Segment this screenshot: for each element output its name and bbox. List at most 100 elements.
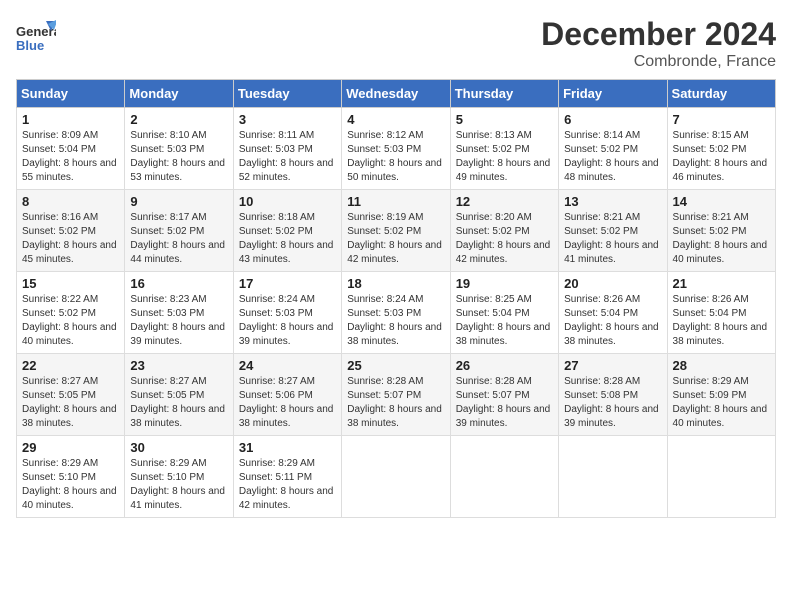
calendar-cell: 14 Sunrise: 8:21 AM Sunset: 5:02 PM Dayl… xyxy=(667,190,775,272)
weekday-header-sunday: Sunday xyxy=(17,80,125,108)
day-number: 26 xyxy=(456,358,553,373)
calendar-cell: 25 Sunrise: 8:28 AM Sunset: 5:07 PM Dayl… xyxy=(342,354,450,436)
calendar-cell: 12 Sunrise: 8:20 AM Sunset: 5:02 PM Dayl… xyxy=(450,190,558,272)
weekday-header-thursday: Thursday xyxy=(450,80,558,108)
day-number: 31 xyxy=(239,440,336,455)
day-number: 15 xyxy=(22,276,119,291)
weekday-header-tuesday: Tuesday xyxy=(233,80,341,108)
calendar-cell: 16 Sunrise: 8:23 AM Sunset: 5:03 PM Dayl… xyxy=(125,272,233,354)
weekday-header-monday: Monday xyxy=(125,80,233,108)
calendar-cell: 27 Sunrise: 8:28 AM Sunset: 5:08 PM Dayl… xyxy=(559,354,667,436)
calendar-cell: 5 Sunrise: 8:13 AM Sunset: 5:02 PM Dayli… xyxy=(450,108,558,190)
calendar-cell: 21 Sunrise: 8:26 AM Sunset: 5:04 PM Dayl… xyxy=(667,272,775,354)
day-info: Sunrise: 8:13 AM Sunset: 5:02 PM Dayligh… xyxy=(456,129,553,185)
calendar-cell: 8 Sunrise: 8:16 AM Sunset: 5:02 PM Dayli… xyxy=(17,190,125,272)
day-number: 2 xyxy=(130,112,227,127)
calendar-cell: 15 Sunrise: 8:22 AM Sunset: 5:02 PM Dayl… xyxy=(17,272,125,354)
day-info: Sunrise: 8:21 AM Sunset: 5:02 PM Dayligh… xyxy=(673,211,770,267)
day-info: Sunrise: 8:26 AM Sunset: 5:04 PM Dayligh… xyxy=(564,293,661,349)
calendar-cell: 23 Sunrise: 8:27 AM Sunset: 5:05 PM Dayl… xyxy=(125,354,233,436)
calendar-cell: 28 Sunrise: 8:29 AM Sunset: 5:09 PM Dayl… xyxy=(667,354,775,436)
calendar-week-row: 1 Sunrise: 8:09 AM Sunset: 5:04 PM Dayli… xyxy=(17,108,776,190)
day-info: Sunrise: 8:24 AM Sunset: 5:03 PM Dayligh… xyxy=(239,293,336,349)
calendar-cell xyxy=(450,436,558,518)
day-number: 1 xyxy=(22,112,119,127)
calendar-cell: 7 Sunrise: 8:15 AM Sunset: 5:02 PM Dayli… xyxy=(667,108,775,190)
calendar-cell: 26 Sunrise: 8:28 AM Sunset: 5:07 PM Dayl… xyxy=(450,354,558,436)
day-info: Sunrise: 8:12 AM Sunset: 5:03 PM Dayligh… xyxy=(347,129,444,185)
day-number: 5 xyxy=(456,112,553,127)
day-info: Sunrise: 8:24 AM Sunset: 5:03 PM Dayligh… xyxy=(347,293,444,349)
month-title: December 2024 xyxy=(541,16,776,53)
day-number: 6 xyxy=(564,112,661,127)
day-info: Sunrise: 8:19 AM Sunset: 5:02 PM Dayligh… xyxy=(347,211,444,267)
calendar-cell xyxy=(342,436,450,518)
title-block: December 2024 Combronde, France xyxy=(541,16,776,71)
calendar-cell: 9 Sunrise: 8:17 AM Sunset: 5:02 PM Dayli… xyxy=(125,190,233,272)
day-number: 22 xyxy=(22,358,119,373)
day-number: 11 xyxy=(347,194,444,209)
day-number: 7 xyxy=(673,112,770,127)
day-number: 30 xyxy=(130,440,227,455)
day-number: 19 xyxy=(456,276,553,291)
day-info: Sunrise: 8:26 AM Sunset: 5:04 PM Dayligh… xyxy=(673,293,770,349)
day-number: 4 xyxy=(347,112,444,127)
day-info: Sunrise: 8:17 AM Sunset: 5:02 PM Dayligh… xyxy=(130,211,227,267)
weekday-header-saturday: Saturday xyxy=(667,80,775,108)
logo: General Blue xyxy=(16,16,60,56)
day-number: 3 xyxy=(239,112,336,127)
day-number: 20 xyxy=(564,276,661,291)
day-info: Sunrise: 8:29 AM Sunset: 5:09 PM Dayligh… xyxy=(673,375,770,431)
day-info: Sunrise: 8:28 AM Sunset: 5:07 PM Dayligh… xyxy=(456,375,553,431)
day-info: Sunrise: 8:29 AM Sunset: 5:11 PM Dayligh… xyxy=(239,457,336,513)
day-number: 13 xyxy=(564,194,661,209)
day-info: Sunrise: 8:28 AM Sunset: 5:08 PM Dayligh… xyxy=(564,375,661,431)
day-info: Sunrise: 8:16 AM Sunset: 5:02 PM Dayligh… xyxy=(22,211,119,267)
day-number: 9 xyxy=(130,194,227,209)
day-info: Sunrise: 8:22 AM Sunset: 5:02 PM Dayligh… xyxy=(22,293,119,349)
day-number: 8 xyxy=(22,194,119,209)
day-number: 17 xyxy=(239,276,336,291)
calendar-cell xyxy=(559,436,667,518)
calendar-cell: 1 Sunrise: 8:09 AM Sunset: 5:04 PM Dayli… xyxy=(17,108,125,190)
day-info: Sunrise: 8:29 AM Sunset: 5:10 PM Dayligh… xyxy=(22,457,119,513)
calendar-cell: 4 Sunrise: 8:12 AM Sunset: 5:03 PM Dayli… xyxy=(342,108,450,190)
day-info: Sunrise: 8:27 AM Sunset: 5:06 PM Dayligh… xyxy=(239,375,336,431)
day-info: Sunrise: 8:18 AM Sunset: 5:02 PM Dayligh… xyxy=(239,211,336,267)
day-info: Sunrise: 8:21 AM Sunset: 5:02 PM Dayligh… xyxy=(564,211,661,267)
weekday-header-friday: Friday xyxy=(559,80,667,108)
calendar-cell: 22 Sunrise: 8:27 AM Sunset: 5:05 PM Dayl… xyxy=(17,354,125,436)
page-header: General Blue December 2024 Combronde, Fr… xyxy=(16,16,776,71)
calendar-table: SundayMondayTuesdayWednesdayThursdayFrid… xyxy=(16,79,776,518)
calendar-cell: 18 Sunrise: 8:24 AM Sunset: 5:03 PM Dayl… xyxy=(342,272,450,354)
calendar-cell: 29 Sunrise: 8:29 AM Sunset: 5:10 PM Dayl… xyxy=(17,436,125,518)
day-info: Sunrise: 8:15 AM Sunset: 5:02 PM Dayligh… xyxy=(673,129,770,185)
calendar-cell: 3 Sunrise: 8:11 AM Sunset: 5:03 PM Dayli… xyxy=(233,108,341,190)
day-number: 21 xyxy=(673,276,770,291)
calendar-week-row: 15 Sunrise: 8:22 AM Sunset: 5:02 PM Dayl… xyxy=(17,272,776,354)
calendar-cell: 13 Sunrise: 8:21 AM Sunset: 5:02 PM Dayl… xyxy=(559,190,667,272)
day-number: 23 xyxy=(130,358,227,373)
day-info: Sunrise: 8:27 AM Sunset: 5:05 PM Dayligh… xyxy=(22,375,119,431)
calendar-cell: 19 Sunrise: 8:25 AM Sunset: 5:04 PM Dayl… xyxy=(450,272,558,354)
day-info: Sunrise: 8:14 AM Sunset: 5:02 PM Dayligh… xyxy=(564,129,661,185)
day-info: Sunrise: 8:11 AM Sunset: 5:03 PM Dayligh… xyxy=(239,129,336,185)
day-info: Sunrise: 8:29 AM Sunset: 5:10 PM Dayligh… xyxy=(130,457,227,513)
calendar-cell: 2 Sunrise: 8:10 AM Sunset: 5:03 PM Dayli… xyxy=(125,108,233,190)
day-number: 25 xyxy=(347,358,444,373)
day-number: 14 xyxy=(673,194,770,209)
day-number: 12 xyxy=(456,194,553,209)
day-info: Sunrise: 8:23 AM Sunset: 5:03 PM Dayligh… xyxy=(130,293,227,349)
svg-text:Blue: Blue xyxy=(16,38,44,53)
calendar-header-row: SundayMondayTuesdayWednesdayThursdayFrid… xyxy=(17,80,776,108)
day-number: 29 xyxy=(22,440,119,455)
calendar-cell: 30 Sunrise: 8:29 AM Sunset: 5:10 PM Dayl… xyxy=(125,436,233,518)
calendar-cell xyxy=(667,436,775,518)
calendar-cell: 17 Sunrise: 8:24 AM Sunset: 5:03 PM Dayl… xyxy=(233,272,341,354)
day-number: 27 xyxy=(564,358,661,373)
day-info: Sunrise: 8:27 AM Sunset: 5:05 PM Dayligh… xyxy=(130,375,227,431)
day-info: Sunrise: 8:20 AM Sunset: 5:02 PM Dayligh… xyxy=(456,211,553,267)
day-number: 28 xyxy=(673,358,770,373)
day-number: 18 xyxy=(347,276,444,291)
logo-icon: General Blue xyxy=(16,16,56,56)
